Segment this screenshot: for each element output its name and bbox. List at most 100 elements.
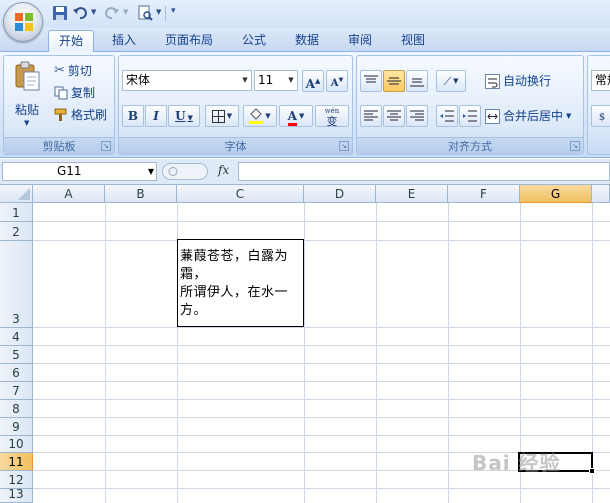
gridline: [33, 399, 610, 400]
undo-dropdown-icon[interactable]: ▼: [91, 8, 96, 16]
font-size-dropdown-icon[interactable]: ▼: [285, 71, 297, 90]
underline-button[interactable]: U ▼: [168, 105, 200, 127]
office-button[interactable]: [3, 2, 43, 42]
tab-insert[interactable]: 插入: [102, 30, 146, 52]
tab-home[interactable]: 开始: [48, 30, 94, 53]
column-header-g[interactable]: G: [520, 185, 592, 203]
align-right-button[interactable]: [406, 105, 428, 127]
increase-indent-button[interactable]: [459, 105, 481, 127]
number-group: 常规 $: [587, 55, 610, 155]
undo-icon[interactable]: [72, 5, 88, 21]
font-color-button[interactable]: A ▼: [279, 105, 313, 127]
tab-data[interactable]: 数据: [285, 30, 329, 52]
print-preview-icon[interactable]: [137, 5, 153, 21]
tab-view[interactable]: 视图: [391, 30, 435, 52]
row-header-6[interactable]: 6: [0, 364, 33, 382]
select-all-button[interactable]: [0, 185, 33, 203]
underline-label: U: [175, 109, 186, 123]
paste-button[interactable]: 粘贴 ▼: [7, 59, 47, 134]
name-box[interactable]: G11 ▼: [2, 162, 157, 181]
alignment-launcher-icon[interactable]: ↘: [570, 141, 580, 151]
cell-c3[interactable]: 蒹葭苍苍，白露为 霜， 所谓伊人，在水一 方。: [177, 239, 304, 327]
merge-center-label: 合并后居中: [503, 109, 564, 123]
tab-formulas[interactable]: 公式: [232, 30, 276, 52]
row-header-2[interactable]: 2: [0, 222, 33, 241]
merge-center-dropdown-icon[interactable]: ▼: [566, 106, 571, 126]
redo-dropdown-icon[interactable]: ▼: [123, 8, 128, 16]
redo-icon[interactable]: [104, 5, 120, 21]
row-header-9[interactable]: 9: [0, 418, 33, 436]
accounting-format-button[interactable]: $: [591, 105, 610, 127]
formula-input[interactable]: [238, 162, 610, 181]
customize-qat-icon[interactable]: ▾: [171, 6, 176, 16]
italic-button[interactable]: I: [145, 105, 167, 127]
copy-button[interactable]: 复制: [54, 83, 95, 103]
font-group: 宋体 ▼ 11 ▼ A▲ A▼ B I U ▼ ▼ ▼ A ▼ wén 变 字体…: [118, 55, 353, 155]
clipboard-launcher-icon[interactable]: ↘: [101, 141, 111, 151]
column-header-h[interactable]: [592, 185, 610, 203]
font-name-value: 宋体: [126, 73, 151, 87]
align-center-button[interactable]: [383, 105, 405, 127]
font-launcher-icon[interactable]: ↘: [339, 141, 349, 151]
font-size-combo[interactable]: 11 ▼: [254, 70, 298, 91]
format-painter-button[interactable]: 格式刷: [54, 105, 107, 125]
currency-icon: $: [598, 112, 606, 123]
row-header-7[interactable]: 7: [0, 382, 33, 400]
wrap-text-button[interactable]: 自动换行: [485, 71, 551, 91]
borders-dropdown-icon: ▼: [226, 112, 233, 120]
phonetic-button[interactable]: wén 变: [315, 105, 349, 127]
gridline: [33, 488, 610, 489]
align-middle-button[interactable]: [383, 70, 405, 92]
align-left-button[interactable]: [360, 105, 382, 127]
increase-indent-icon: [463, 110, 477, 122]
merge-center-button[interactable]: 合并后居中 ▼: [485, 106, 571, 126]
bold-button[interactable]: B: [122, 105, 144, 127]
decrease-font-size-button[interactable]: A▼: [326, 70, 348, 92]
office-logo-icon: [15, 13, 33, 31]
increase-font-size-button[interactable]: A▲: [302, 70, 324, 92]
save-icon[interactable]: [52, 5, 68, 21]
font-name-dropdown-icon[interactable]: ▼: [239, 71, 251, 90]
font-name-combo[interactable]: 宋体 ▼: [122, 70, 252, 91]
cut-button[interactable]: ✂ 剪切: [54, 61, 92, 81]
fill-color-dropdown-icon: ▼: [265, 112, 271, 120]
shrink-font-icon: A▼: [330, 77, 344, 90]
gridline: [33, 417, 610, 418]
row-header-4[interactable]: 4: [0, 328, 33, 346]
name-box-dropdown-icon[interactable]: ▼: [148, 163, 154, 180]
formula-cancel-enter-pill[interactable]: [162, 163, 208, 180]
formula-controls: fx: [160, 162, 238, 181]
row-header-8[interactable]: 8: [0, 400, 33, 418]
phonetic-char: 变: [326, 115, 338, 128]
row-header-1[interactable]: 1: [0, 203, 33, 222]
row-header-3[interactable]: 3: [0, 241, 33, 328]
column-header-f[interactable]: F: [448, 185, 520, 203]
row-header-5[interactable]: 5: [0, 346, 33, 364]
number-format-combo[interactable]: 常规: [591, 70, 610, 91]
column-header-a[interactable]: A: [33, 185, 105, 203]
number-format-value: 常规: [595, 73, 610, 87]
tab-page-layout[interactable]: 页面布局: [157, 30, 221, 52]
row-header-11[interactable]: 11: [0, 453, 33, 471]
format-painter-icon: [54, 108, 67, 121]
insert-function-icon[interactable]: fx: [218, 163, 229, 177]
align-bottom-button[interactable]: [406, 70, 428, 92]
ribbon: 粘贴 ▼ ✂ 剪切 复制 格式刷 剪贴板 ↘ 宋体 ▼ 11 ▼ A▲ A▼ B…: [0, 52, 610, 158]
decrease-indent-button[interactable]: [436, 105, 458, 127]
column-header-e[interactable]: E: [376, 185, 448, 203]
column-header-b[interactable]: B: [105, 185, 177, 203]
column-header-d[interactable]: D: [304, 185, 376, 203]
tab-review[interactable]: 审阅: [338, 30, 382, 52]
borders-icon: [211, 110, 225, 123]
cut-label: 剪切: [67, 64, 92, 78]
align-top-button[interactable]: [360, 70, 382, 92]
orientation-button[interactable]: ⟋ ▼: [436, 70, 466, 92]
fill-handle[interactable]: [589, 468, 595, 474]
fill-color-button[interactable]: ▼: [243, 105, 277, 127]
borders-button[interactable]: ▼: [205, 105, 239, 127]
row-header-10[interactable]: 10: [0, 436, 33, 453]
row-header-13[interactable]: 13: [0, 487, 33, 503]
preview-dropdown-icon[interactable]: ▼: [156, 8, 161, 16]
column-header-c[interactable]: C: [177, 185, 304, 203]
format-painter-label: 格式刷: [71, 108, 108, 122]
